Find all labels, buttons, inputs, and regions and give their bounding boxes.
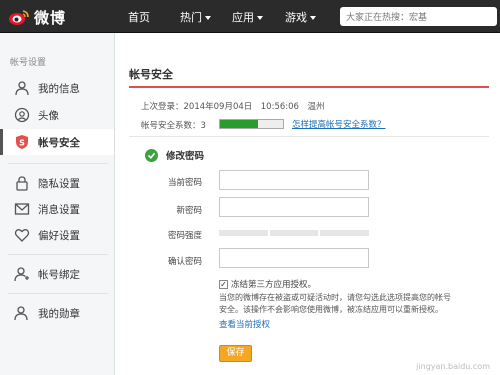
freeze-apps-row: ✓ 冻结第三方应用授权。 bbox=[219, 278, 316, 290]
settings-sidebar: 帐号设置 我的信息 头像 S 帐号安全 隐私设置 消息设置 偏好设置 帐号绑定 … bbox=[0, 33, 115, 375]
weibo-eye-icon bbox=[9, 10, 29, 25]
confirm-password-input[interactable] bbox=[219, 248, 369, 268]
top-navigation-bar: 微博 首页 热门 应用 游戏 大家正在热搜：宏基 bbox=[0, 0, 500, 33]
person-link-icon bbox=[14, 267, 29, 282]
title-underline bbox=[129, 86, 489, 88]
nav-apps[interactable]: 应用 bbox=[232, 9, 263, 25]
sidebar-section-title: 帐号设置 bbox=[10, 58, 47, 68]
page-title: 帐号安全 bbox=[129, 68, 173, 81]
chevron-down-icon bbox=[205, 16, 211, 20]
nav-games[interactable]: 游戏 bbox=[285, 9, 316, 25]
new-password-input[interactable] bbox=[219, 197, 369, 217]
new-password-label: 新密码 bbox=[176, 206, 202, 216]
sidebar-divider bbox=[8, 163, 108, 164]
chevron-down-icon bbox=[310, 16, 316, 20]
sidebar-divider bbox=[8, 293, 108, 294]
view-authorizations-link[interactable]: 查看当前授权 bbox=[219, 318, 270, 330]
current-password-input[interactable] bbox=[219, 170, 369, 190]
medal-icon bbox=[14, 306, 28, 321]
sidebar-item-label: 帐号安全 bbox=[38, 136, 80, 149]
freeze-apps-label: 冻结第三方应用授权。 bbox=[231, 280, 317, 290]
chevron-down-icon bbox=[257, 16, 263, 20]
logo-text: 微博 bbox=[34, 8, 67, 27]
check-circle-icon bbox=[145, 148, 158, 162]
security-score-label: 帐号安全系数：3 bbox=[141, 121, 206, 131]
nav-hot[interactable]: 热门 bbox=[180, 9, 211, 25]
sidebar-item-label: 隐私设置 bbox=[38, 177, 80, 190]
password-strength-meter bbox=[219, 230, 370, 236]
save-button[interactable]: 保存 bbox=[219, 345, 252, 362]
sidebar-item-label: 消息设置 bbox=[38, 203, 80, 216]
sidebar-item-label: 头像 bbox=[38, 109, 59, 122]
sidebar-item-avatar[interactable]: 头像 bbox=[0, 102, 114, 128]
sidebar-item-label: 我的勋章 bbox=[38, 307, 80, 320]
avatar-icon bbox=[14, 107, 30, 123]
sidebar-divider bbox=[8, 254, 108, 255]
security-meter bbox=[219, 119, 284, 129]
sidebar-item-account-binding[interactable]: 帐号绑定 bbox=[0, 261, 114, 287]
nav-home[interactable]: 首页 bbox=[128, 9, 150, 25]
current-password-label: 当前密码 bbox=[167, 178, 202, 188]
freeze-apps-checkbox[interactable]: ✓ bbox=[219, 279, 228, 289]
watermark: jingyan.baidu.com bbox=[416, 362, 490, 371]
confirm-password-label: 确认密码 bbox=[167, 257, 202, 267]
freeze-note-line1: 当您的微博存在被盗或可疑活动时，请您勾选此选项提高您的帐号 bbox=[219, 293, 451, 302]
sidebar-item-account-security[interactable]: S 帐号安全 bbox=[0, 129, 114, 155]
sidebar-item-message[interactable]: 消息设置 bbox=[0, 196, 114, 222]
improve-security-link[interactable]: 怎样提高帐号安全系数？ bbox=[292, 118, 386, 130]
weibo-logo[interactable]: 微博 bbox=[8, 5, 88, 29]
sidebar-item-medals[interactable]: 我的勋章 bbox=[0, 300, 114, 326]
lock-icon bbox=[16, 176, 28, 191]
security-meter-fill bbox=[220, 120, 258, 128]
sidebar-item-label: 我的信息 bbox=[38, 82, 80, 95]
section-title: 修改密码 bbox=[166, 151, 205, 162]
sidebar-item-my-info[interactable]: 我的信息 bbox=[0, 75, 114, 101]
change-password-header: 修改密码 bbox=[145, 148, 204, 162]
freeze-note-line2: 安全。该操作不会影响您使用微博，被冻结应用可以重新授权。 bbox=[219, 305, 443, 314]
shield-icon: S bbox=[16, 135, 28, 149]
sidebar-item-preferences[interactable]: 偏好设置 bbox=[0, 222, 114, 248]
last-login-text: 上次登录：2014年09月04日 10:56:06 温州 bbox=[141, 102, 325, 112]
sidebar-item-label: 帐号绑定 bbox=[38, 268, 80, 281]
search-input[interactable]: 大家正在热搜：宏基 bbox=[340, 7, 497, 26]
heart-icon bbox=[14, 229, 30, 242]
svg-text:S: S bbox=[19, 139, 25, 148]
sidebar-item-privacy[interactable]: 隐私设置 bbox=[0, 170, 114, 196]
password-strength-label: 密码强度 bbox=[167, 231, 202, 241]
message-icon bbox=[14, 203, 30, 215]
sidebar-item-label: 偏好设置 bbox=[38, 229, 80, 242]
user-icon bbox=[15, 81, 29, 96]
